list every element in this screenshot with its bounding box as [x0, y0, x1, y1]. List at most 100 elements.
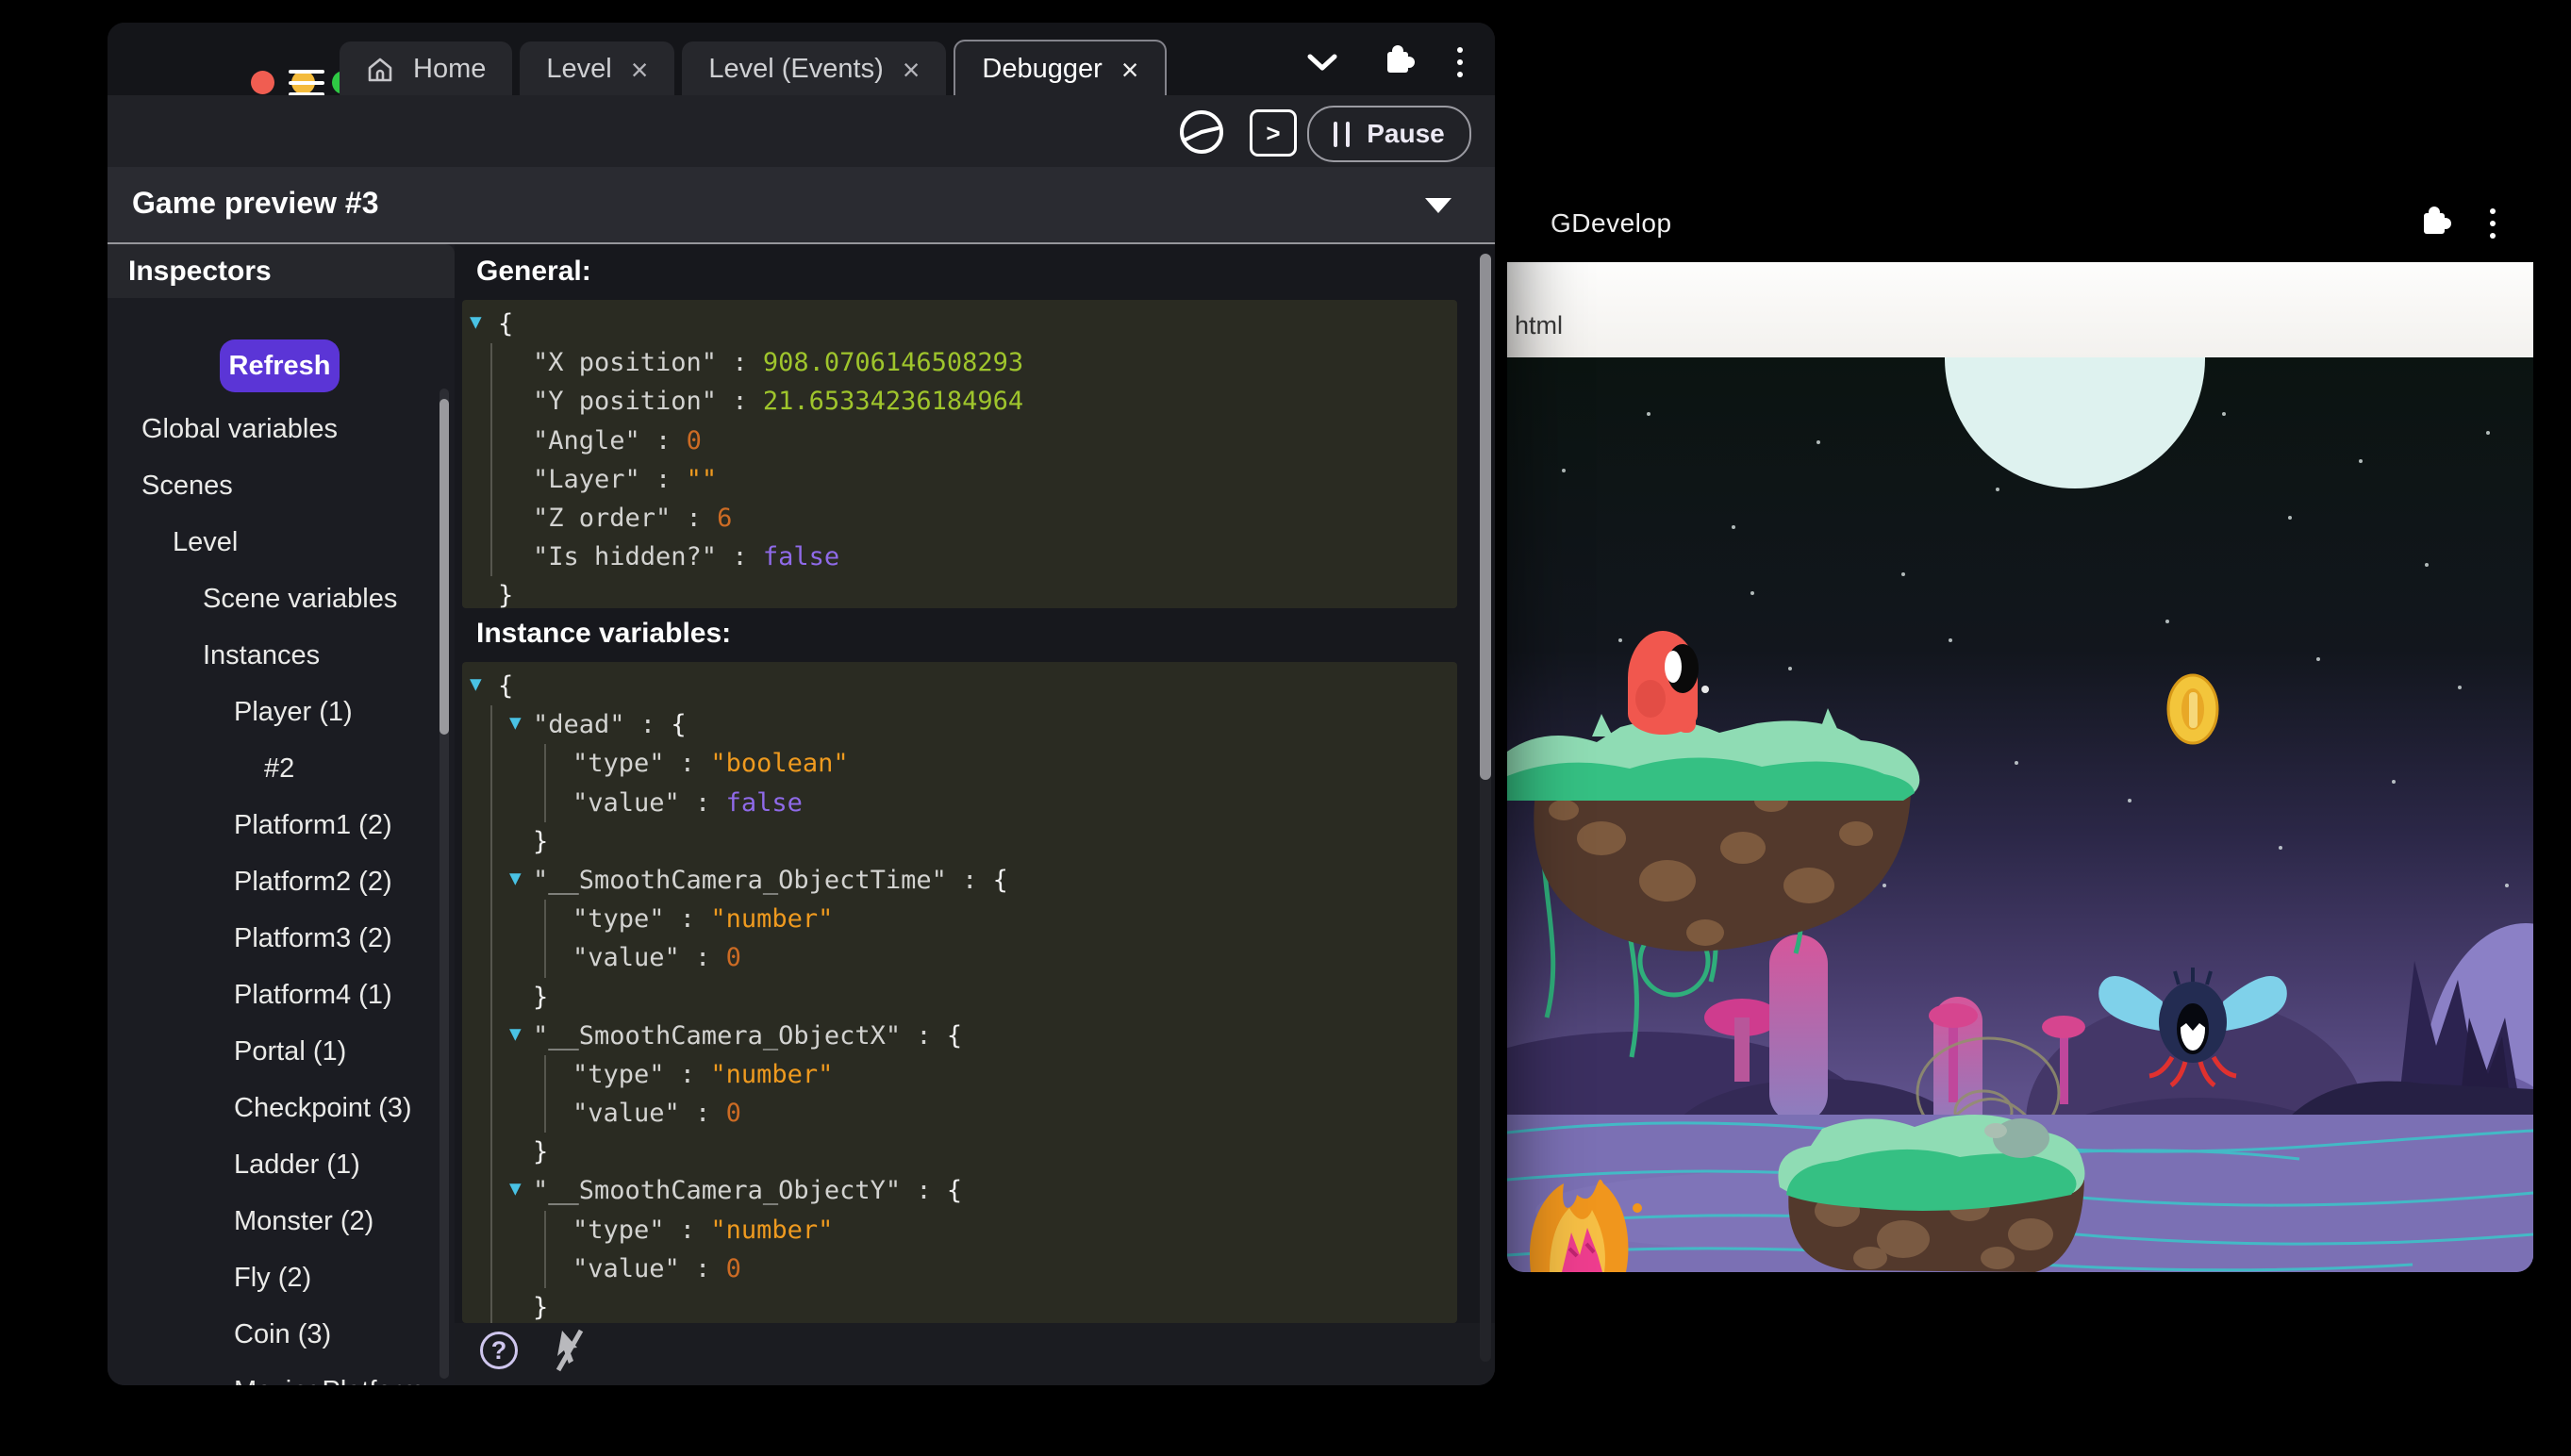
collapse-triangle-icon[interactable]: ▼ — [470, 303, 482, 341]
sidebar-item-fly-2-[interactable]: Fly (2) — [108, 1249, 438, 1306]
json-object-body: "type" : "number""value" : 0 — [544, 1211, 1457, 1288]
sidebar-item-coin-3-[interactable]: Coin (3) — [108, 1306, 438, 1363]
collapse-triangle-icon[interactable]: ▼ — [509, 1169, 522, 1208]
disable-picker-icon[interactable] — [549, 1327, 590, 1374]
tab-label: Level (Events) — [708, 54, 883, 85]
extensions-icon[interactable] — [1387, 52, 1408, 73]
debugger-toolbar: > Pause — [108, 95, 1495, 167]
sidebar-item-platform3-2-[interactable]: Platform3 (2) — [108, 910, 438, 967]
tab-label: Debugger — [982, 54, 1102, 85]
game-window-titlebar: GDevelop — [1507, 184, 2533, 262]
collapse-triangle-icon[interactable]: ▼ — [470, 665, 482, 703]
sidebar-item-global-variables[interactable]: Global variables — [108, 401, 438, 457]
json-object-body: "type" : "number""value" : 0 — [544, 900, 1457, 977]
json-root-body: ▼"dead" : {"type" : "boolean""value" : f… — [490, 705, 1457, 1323]
tab-home[interactable]: Home — [340, 41, 512, 97]
inspectors-header: Inspectors — [108, 244, 455, 298]
chevron-down-icon[interactable] — [1425, 198, 1451, 213]
hamburger-menu-icon[interactable] — [289, 70, 324, 96]
close-icon[interactable]: × — [903, 55, 921, 85]
game-window-title: GDevelop — [1551, 208, 1672, 239]
json-row: "type" : "number" — [572, 1211, 1457, 1249]
sidebar-item-monster-2-[interactable]: Monster (2) — [108, 1193, 438, 1249]
json-row-x-position: "X position" : 908.0706146508293 — [492, 343, 1457, 382]
sidebar-item-instances[interactable]: Instances — [108, 627, 438, 684]
json-var-dead: ▼"dead" : { — [492, 705, 1457, 744]
console-icon[interactable]: > — [1250, 109, 1297, 157]
game-window-urlbar[interactable]: html — [1507, 262, 2533, 358]
close-icon[interactable]: × — [631, 55, 649, 85]
json-close-brace: } — [492, 978, 1457, 1017]
general-json-panel: ▼{"X position" : 908.0706146508293"Y pos… — [462, 300, 1457, 608]
sidebar-item-platform2-2-[interactable]: Platform2 (2) — [108, 853, 438, 910]
sidebar-item-movingplatform[interactable]: MovingPlatform — [108, 1363, 438, 1385]
sidebar-item-scenes[interactable]: Scenes — [108, 457, 438, 514]
json-var--SmoothCamera-ObjectX: ▼"__SmoothCamera_ObjectX" : { — [492, 1017, 1457, 1055]
extensions-icon[interactable] — [2424, 213, 2445, 234]
island-bottom — [1778, 1115, 2084, 1272]
window-scrollbar-thumb[interactable] — [1480, 254, 1491, 780]
tab-strip: Home Level × Level (Events) × Debugger × — [340, 40, 1167, 97]
refresh-button[interactable]: Refresh — [220, 339, 340, 392]
json-var--SmoothCamera-ObjectTime: ▼"__SmoothCamera_ObjectTime" : { — [492, 861, 1457, 900]
json-row-y-position: "Y position" : 21.65334236184964 — [492, 382, 1457, 421]
collapse-triangle-icon[interactable]: ▼ — [509, 703, 522, 742]
json-row-z-order: "Z order" : 6 — [492, 499, 1457, 538]
kebab-menu-icon[interactable] — [1457, 47, 1463, 77]
json-row-angle: "Angle" : 0 — [492, 422, 1457, 460]
sidebar-item--2[interactable]: #2 — [108, 740, 438, 797]
tab-level-events-[interactable]: Level (Events) × — [682, 41, 946, 97]
json-close-brace: } — [492, 1133, 1457, 1171]
inspector-detail-panel: General: ▼{"X position" : 908.0706146508… — [455, 244, 1495, 1385]
json-close-brace: } — [492, 822, 1457, 861]
json-close-brace: } — [492, 1288, 1457, 1323]
chevron-down-icon[interactable] — [1306, 52, 1338, 73]
json-row: "type" : "boolean" — [572, 744, 1457, 783]
json-open-brace: ▼{ — [462, 305, 1457, 343]
game-preview-title: Game preview #3 — [132, 186, 378, 221]
collapse-triangle-icon[interactable]: ▼ — [509, 859, 522, 898]
inspector-tree: Global variablesScenesLevelScene variabl… — [108, 401, 438, 1385]
sidebar-item-level[interactable]: Level — [108, 514, 438, 571]
json-row: "value" : 0 — [572, 1094, 1457, 1133]
tab-label: Level — [546, 54, 611, 85]
json-open-brace: ▼{ — [462, 667, 1457, 705]
sidebar-item-portal-1-[interactable]: Portal (1) — [108, 1023, 438, 1080]
json-row: "value" : false — [572, 784, 1457, 822]
game-preview-header[interactable]: Game preview #3 — [108, 167, 1495, 242]
instance-variables-json-panel: ▼{▼"dead" : {"type" : "boolean""value" :… — [462, 662, 1457, 1323]
sidebar-item-scene-variables[interactable]: Scene variables — [108, 571, 438, 627]
tab-label: Home — [413, 54, 486, 85]
help-icon[interactable]: ? — [480, 1332, 518, 1369]
sidebar-item-platform1-2-[interactable]: Platform1 (2) — [108, 797, 438, 853]
json-row-is-hidden-: "Is hidden?" : false — [492, 538, 1457, 576]
bottom-toolbar: ? — [455, 1323, 1495, 1385]
pause-icon — [1334, 122, 1350, 147]
game-preview-window: GDevelop html — [1507, 184, 2533, 1272]
pause-button[interactable]: Pause — [1307, 106, 1471, 162]
collapse-triangle-icon[interactable]: ▼ — [509, 1015, 522, 1053]
debugger-window: Home Level × Level (Events) × Debugger × > Pau… — [108, 23, 1495, 1385]
sidebar-item-platform4-1-[interactable]: Platform4 (1) — [108, 967, 438, 1023]
json-root-body: "X position" : 908.0706146508293"Y posit… — [490, 343, 1457, 576]
home-icon — [366, 56, 394, 84]
sidebar-item-checkpoint-3-[interactable]: Checkpoint (3) — [108, 1080, 438, 1136]
kebab-menu-icon[interactable] — [2490, 208, 2496, 239]
close-icon[interactable]: × — [1121, 55, 1139, 85]
profiler-icon[interactable] — [1177, 108, 1226, 157]
json-object-body: "type" : "number""value" : 0 — [544, 1055, 1457, 1133]
traffic-light-close[interactable] — [251, 71, 274, 94]
json-close-brace: } — [462, 576, 1457, 608]
json-row: "type" : "number" — [572, 1055, 1457, 1094]
game-canvas[interactable] — [1507, 357, 2533, 1272]
json-row-layer: "Layer" : "" — [492, 460, 1457, 499]
json-var--SmoothCamera-ObjectY: ▼"__SmoothCamera_ObjectY" : { — [492, 1171, 1457, 1210]
instance-variables-label: Instance variables: — [476, 618, 731, 650]
tab-debugger[interactable]: Debugger × — [954, 40, 1167, 97]
sidebar-scrollbar-thumb[interactable] — [440, 399, 449, 735]
sidebar-item-player-1-[interactable]: Player (1) — [108, 684, 438, 740]
tab-level[interactable]: Level × — [520, 41, 674, 97]
json-row: "value" : 0 — [572, 938, 1457, 977]
pause-label: Pause — [1367, 119, 1445, 149]
sidebar-item-ladder-1-[interactable]: Ladder (1) — [108, 1136, 438, 1193]
